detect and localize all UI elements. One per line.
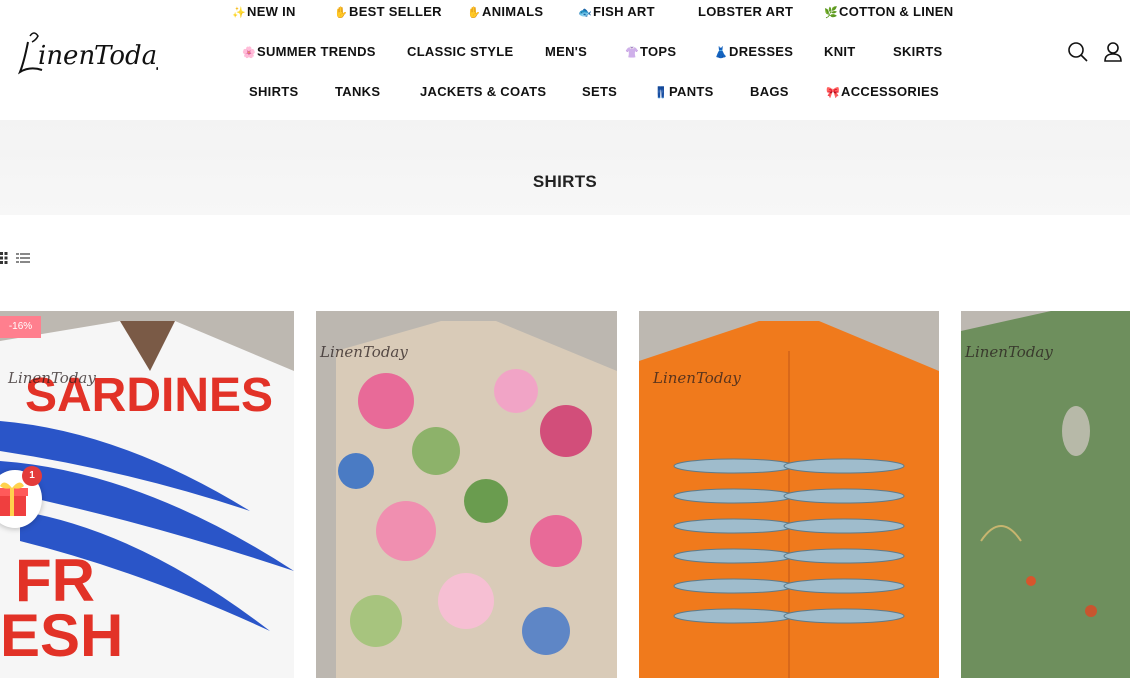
- brand-logo[interactable]: inen Today: [17, 28, 172, 78]
- svg-text:Today: Today: [94, 41, 158, 71]
- nav-label: BAGS: [750, 84, 789, 99]
- product-card[interactable]: SARDINES FR ESH LinenToday: [0, 311, 294, 678]
- bow-icon: 🎀: [826, 87, 840, 99]
- nav-label: ACCESSORIES: [841, 84, 939, 99]
- nav-label: CLASSIC STYLE: [407, 44, 514, 59]
- nav-label: SETS: [582, 84, 618, 99]
- nav-label: SKIRTS: [893, 44, 943, 59]
- nav-item-new-in[interactable]: ✨NEW IN: [232, 4, 296, 19]
- svg-text:inen: inen: [38, 41, 95, 71]
- search-icon[interactable]: [1066, 40, 1090, 64]
- nav-item-shirts[interactable]: SHIRTS: [249, 84, 298, 99]
- nav-label: COTTON & LINEN: [839, 4, 954, 19]
- nav-item-mens[interactable]: MEN'S: [545, 44, 587, 59]
- list-view-icon[interactable]: [16, 251, 30, 263]
- logo-mark: inen Today: [17, 32, 172, 75]
- nav-label: JACKETS & COATS: [420, 84, 547, 99]
- nav-label: SUMMER TRENDS: [257, 44, 376, 59]
- dress-icon: 👗: [714, 47, 728, 59]
- product-image: SARDINES FR ESH: [0, 311, 294, 678]
- top-icon: 👚: [625, 47, 639, 59]
- nav-item-fish-art[interactable]: 🐟FISH ART: [578, 4, 655, 19]
- nav-item-best-seller[interactable]: ✋BEST SELLER: [334, 4, 442, 19]
- product-watermark: LinenToday: [8, 369, 96, 387]
- nav-item-accessories[interactable]: 🎀ACCESSORIES: [826, 84, 939, 99]
- fish-icon: 🐟: [578, 7, 592, 19]
- grid-view-icon[interactable]: [0, 251, 12, 264]
- nav-label: SHIRTS: [249, 84, 299, 99]
- leaf-icon: 🌿: [824, 7, 838, 19]
- nav-label: BEST SELLER: [349, 4, 442, 19]
- hand-icon: ✋: [334, 7, 348, 19]
- discount-badge: -16%: [0, 316, 41, 338]
- hand-icon: ✋: [467, 7, 481, 19]
- collection-banner: SHIRTS: [0, 120, 1130, 215]
- nav-item-sets[interactable]: SETS: [582, 84, 617, 99]
- nav-item-classic-style[interactable]: CLASSIC STYLE: [407, 44, 513, 59]
- product-card[interactable]: LinenToday: [961, 311, 1130, 678]
- page-title: SHIRTS: [532, 172, 598, 191]
- svg-text:ESH: ESH: [0, 602, 123, 669]
- user-icon[interactable]: [1101, 40, 1125, 64]
- nav-item-summer-trends[interactable]: 🌸SUMMER TRENDS: [242, 44, 376, 59]
- nav-label: PANTS: [669, 84, 714, 99]
- nav-label: NEW IN: [247, 4, 296, 19]
- gift-count-badge: 1: [22, 466, 42, 486]
- nav-label: TOPS: [640, 44, 677, 59]
- nav-item-bags[interactable]: BAGS: [750, 84, 789, 99]
- nav-item-tops[interactable]: 👚TOPS: [625, 44, 676, 59]
- nav-item-pants[interactable]: 👖PANTS: [654, 84, 714, 99]
- nav-item-cotton-linen[interactable]: 🌿COTTON & LINEN: [824, 4, 953, 19]
- nav-item-animals[interactable]: ✋ANIMALS: [467, 4, 543, 19]
- product-card[interactable]: LinenToday: [639, 311, 939, 678]
- sparkle-icon: ✨: [232, 7, 246, 19]
- nav-item-dresses[interactable]: 👗DRESSES: [714, 44, 793, 59]
- product-watermark: LinenToday: [965, 343, 1053, 361]
- product-watermark: LinenToday: [653, 369, 741, 387]
- nav-label: KNIT: [824, 44, 856, 59]
- nav-item-tanks[interactable]: TANKS: [335, 84, 380, 99]
- product-image: [639, 311, 939, 678]
- nav-item-jackets-coats[interactable]: JACKETS & COATS: [420, 84, 546, 99]
- nav-label: ANIMALS: [482, 4, 544, 19]
- product-image: [961, 311, 1130, 678]
- nav-item-lobster-art[interactable]: LOBSTER ART: [697, 4, 793, 19]
- nav-label: TANKS: [335, 84, 381, 99]
- product-watermark: LinenToday: [320, 343, 408, 361]
- pants-icon: 👖: [654, 87, 668, 99]
- nav-item-knit[interactable]: KNIT: [824, 44, 856, 59]
- site-header: inen Today ✨NEW IN ✋BEST SELLER ✋ANIMALS…: [0, 0, 1130, 120]
- product-image: [316, 311, 617, 678]
- product-card[interactable]: LinenToday: [316, 311, 617, 678]
- nav-item-skirts[interactable]: SKIRTS: [893, 44, 942, 59]
- nav-label: MEN'S: [545, 44, 588, 59]
- nav-label: LOBSTER ART: [698, 4, 794, 19]
- nav-label: DRESSES: [729, 44, 794, 59]
- flower-icon: 🌸: [242, 47, 256, 59]
- nav-label: FISH ART: [593, 4, 655, 19]
